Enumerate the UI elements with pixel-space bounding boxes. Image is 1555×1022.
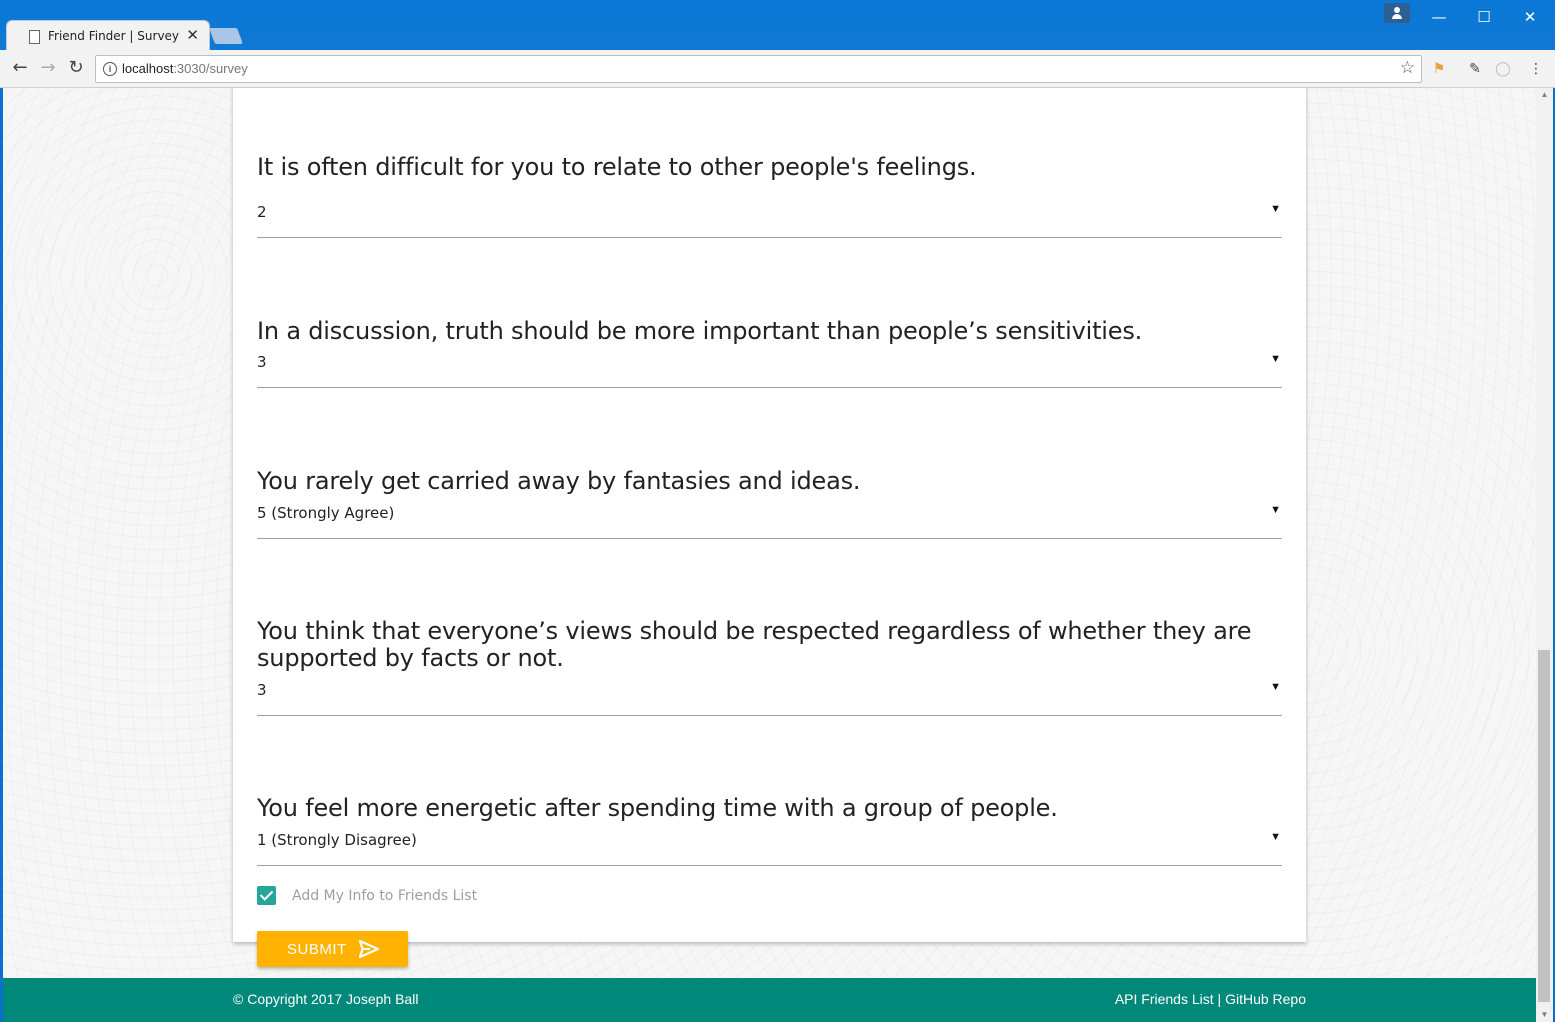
answer-value: 1 (Strongly Disagree): [257, 831, 417, 849]
caret-down-icon: ▼: [1270, 681, 1281, 693]
footer-links: API Friends List | GitHub Repo: [1115, 991, 1306, 1007]
browser-toolbar: ← → ↻ i localhost:3030/survey ☆ ⚑ ✎ ◯ ⋮: [0, 50, 1555, 88]
answer-value: 2: [257, 203, 267, 221]
url-text[interactable]: localhost:3030/survey: [122, 61, 248, 76]
close-icon[interactable]: ✕: [1507, 4, 1553, 30]
submit-label: SUBMIT: [287, 941, 347, 958]
github-repo-link[interactable]: GitHub Repo: [1225, 991, 1306, 1007]
back-icon[interactable]: ←: [9, 57, 31, 79]
caret-down-icon: ▼: [1270, 831, 1281, 843]
info-icon[interactable]: i: [103, 62, 117, 76]
survey-card: It is often difficult for you to relate …: [233, 88, 1306, 967]
question-text: It is often difficult for you to relate …: [257, 153, 977, 181]
answer-value: 5 (Strongly Agree): [257, 504, 395, 522]
question-text: You rarely get carried away by fantasies…: [257, 467, 861, 495]
caret-down-icon: ▼: [1270, 353, 1281, 365]
browser-tab[interactable]: Friend Finder | Survey ✕: [6, 20, 210, 51]
menu-icon[interactable]: ⋮: [1527, 60, 1545, 78]
answer-value: 3: [257, 353, 267, 371]
answer-select[interactable]: 2 ▼: [257, 193, 1282, 238]
extension-circle-icon[interactable]: ◯: [1494, 60, 1512, 78]
document-icon: [29, 30, 40, 44]
answer-select[interactable]: 5 (Strongly Agree) ▼: [257, 494, 1282, 539]
answer-select[interactable]: 1 (Strongly Disagree) ▼: [257, 821, 1282, 866]
minimize-icon[interactable]: —: [1416, 4, 1462, 30]
scrollbar-thumb[interactable]: [1538, 650, 1550, 1002]
reload-icon[interactable]: ↻: [65, 57, 87, 79]
answer-value: 3: [257, 681, 267, 699]
extension-flag-icon[interactable]: ⚑: [1430, 60, 1448, 78]
answer-select[interactable]: 3 ▼: [257, 343, 1282, 388]
api-friends-list-link[interactable]: API Friends List: [1115, 991, 1214, 1007]
caret-down-icon: ▼: [1270, 203, 1281, 215]
submit-button[interactable]: SUBMIT: [257, 931, 408, 967]
answer-select[interactable]: 3 ▼: [257, 671, 1282, 716]
scroll-up-icon[interactable]: ▲: [1536, 88, 1553, 102]
footer-copyright: © Copyright 2017 Joseph Ball: [233, 991, 419, 1007]
footer-separator: |: [1213, 991, 1226, 1007]
scroll-down-icon[interactable]: ▼: [1536, 1008, 1553, 1022]
extension-pen-icon[interactable]: ✎: [1466, 60, 1484, 78]
question-text: You feel more energetic after spending t…: [257, 794, 1058, 822]
tab-title: Friend Finder | Survey: [48, 29, 180, 43]
checkbox-label[interactable]: Add My Info to Friends List: [292, 888, 477, 904]
star-icon[interactable]: ☆: [1400, 58, 1415, 78]
new-tab-button[interactable]: [209, 28, 243, 44]
vertical-scrollbar[interactable]: ▲ ▼: [1536, 88, 1553, 1022]
add-to-friends-checkbox[interactable]: [257, 886, 276, 905]
send-icon: [359, 940, 379, 958]
maximize-icon[interactable]: ☐: [1461, 4, 1507, 30]
tab-close-icon[interactable]: ✕: [186, 26, 199, 44]
page-viewport: It is often difficult for you to relate …: [3, 88, 1536, 1022]
forward-icon[interactable]: →: [37, 57, 59, 79]
question-text: You think that everyone’s views should b…: [257, 617, 1252, 672]
browser-titlebar: Friend Finder | Survey ✕ — ☐ ✕: [0, 0, 1555, 51]
address-bar[interactable]: i localhost:3030/survey ☆: [95, 55, 1422, 83]
question-text: In a discussion, truth should be more im…: [257, 317, 1143, 345]
page-footer: © Copyright 2017 Joseph Ball API Friends…: [3, 978, 1536, 1022]
caret-down-icon: ▼: [1270, 504, 1281, 516]
user-icon[interactable]: [1384, 3, 1410, 23]
